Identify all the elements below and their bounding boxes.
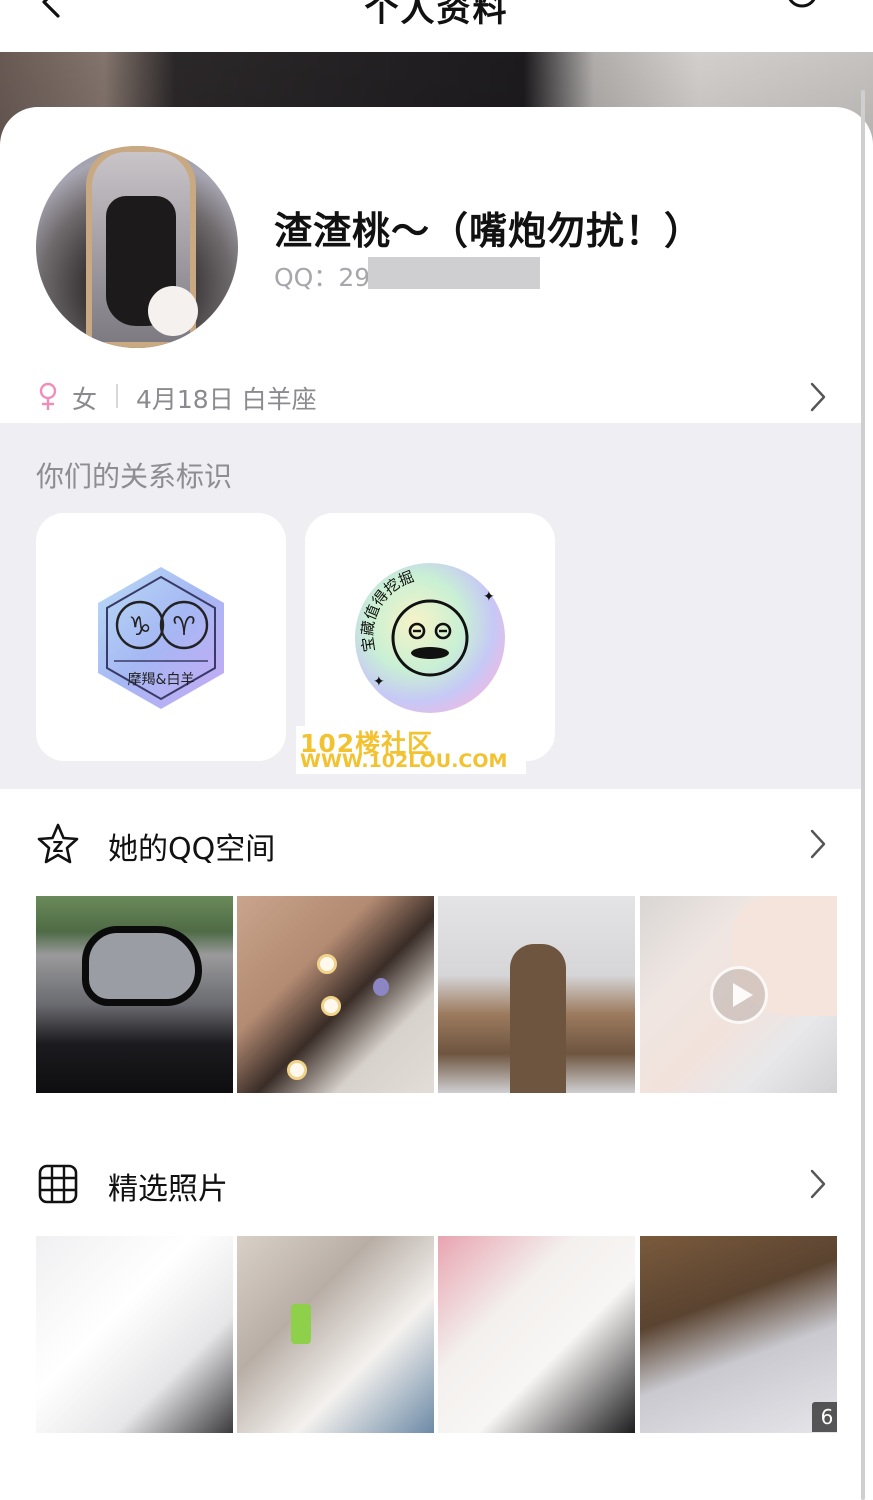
relation-title: 你们的关系标识 — [36, 460, 233, 493]
chevron-right-icon — [810, 382, 826, 412]
svg-text:Z: Z — [53, 838, 64, 856]
qzone-photo[interactable] — [237, 896, 434, 1093]
phone-shape — [291, 1304, 311, 1344]
hair-flower — [321, 996, 341, 1016]
gender-label: 女 — [72, 385, 98, 414]
profile-meta-row[interactable]: 女 4月18日 白羊座 — [36, 378, 836, 418]
qq-number-redaction — [368, 257, 540, 289]
avatar[interactable] — [36, 146, 238, 348]
more-count-badge: 6 — [812, 1402, 837, 1432]
car-mirror-shape — [82, 926, 202, 1006]
svg-text:✦: ✦ — [373, 674, 385, 690]
qzone-video[interactable] — [640, 896, 837, 1093]
featured-photo[interactable] — [36, 1236, 233, 1433]
chevron-right-icon — [810, 1169, 826, 1199]
hair-flower — [287, 1060, 307, 1080]
profile-page: 个人资料 渣渣桃～（嘴炮勿扰！） QQ：29 女 4月18日 白羊座 你们的关系… — [0, 0, 873, 1500]
treasure-circle-badge: 宝藏值得挖掘 ✦ ✦ — [355, 563, 505, 713]
hair-flower — [317, 954, 337, 974]
scrollbar[interactable] — [861, 90, 865, 1500]
watermark-overlay: 102楼社区 WWW.102LOU.COM — [296, 726, 526, 774]
qzone-thumbnail-row — [36, 896, 837, 1093]
featured-photo[interactable]: 6 — [640, 1236, 837, 1433]
chevron-right-icon — [810, 829, 826, 859]
avatar-cat — [148, 286, 198, 336]
featured-photos-row: 6 — [36, 1236, 837, 1433]
meta-divider — [116, 384, 118, 408]
watermark-url: WWW.102LOU.COM — [300, 750, 508, 772]
svg-text:✦: ✦ — [483, 589, 495, 605]
photos-section-header[interactable]: 精选照片 — [36, 1160, 836, 1210]
zodiac-badge-label: 摩羯&白羊 — [128, 671, 195, 688]
svg-text:♈: ♈ — [172, 612, 195, 642]
featured-photo[interactable] — [438, 1236, 635, 1433]
settings-gear-icon[interactable] — [782, 0, 822, 22]
page-title: 个人资料 — [364, 0, 509, 30]
birthday-label: 4月18日 白羊座 — [136, 385, 317, 414]
zodiac-hexagon-badge: ♑ ♈ 摩羯&白羊 — [98, 567, 224, 709]
qzone-star-icon: Z — [37, 823, 79, 864]
featured-photo[interactable] — [237, 1236, 434, 1433]
qzone-section-header[interactable]: Z 她的QQ空间 — [36, 820, 836, 870]
female-icon — [39, 382, 57, 410]
top-navbar: 个人资料 — [0, 0, 873, 52]
qzone-photo[interactable] — [36, 896, 233, 1093]
play-icon[interactable] — [710, 966, 768, 1024]
person-figure — [510, 944, 566, 1093]
photos-title: 精选照片 — [108, 1172, 228, 1207]
qzone-title: 她的QQ空间 — [108, 832, 276, 867]
qzone-photo[interactable] — [438, 896, 635, 1093]
nickname: 渣渣桃～（嘴炮勿扰！） — [274, 209, 704, 253]
grid-icon — [38, 1164, 78, 1204]
qq-number: QQ：29 — [274, 263, 371, 292]
necklace-pendant — [373, 978, 389, 996]
svg-text:♑: ♑ — [128, 612, 151, 642]
relation-badge-zodiac[interactable]: ♑ ♈ 摩羯&白羊 — [36, 513, 286, 761]
